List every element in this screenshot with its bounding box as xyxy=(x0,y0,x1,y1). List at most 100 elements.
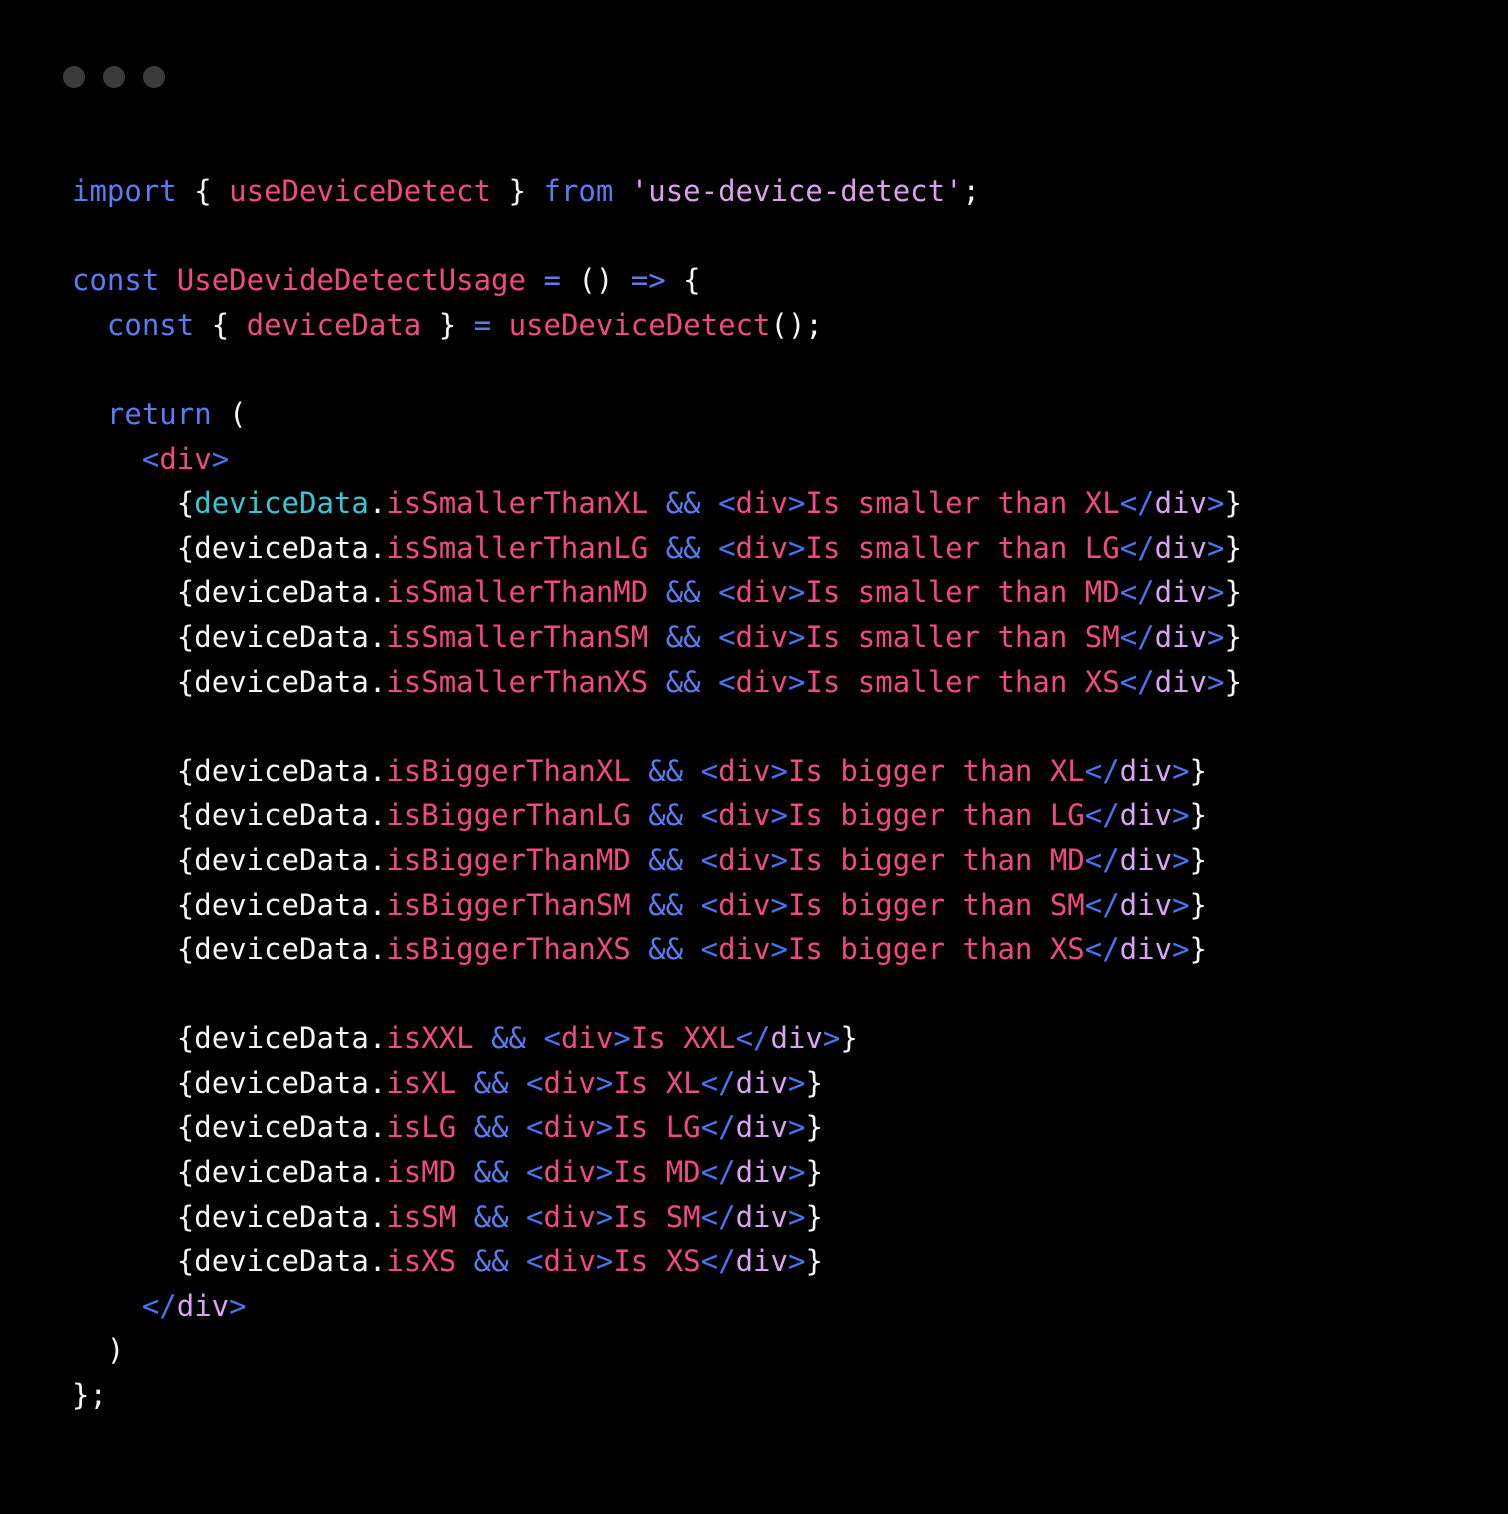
code-token: div xyxy=(1119,887,1173,922)
close-dot[interactable] xyxy=(63,66,85,88)
code-token: deviceData xyxy=(194,1155,369,1190)
code-line: {deviceData.isSmallerThanSM && <div>Is s… xyxy=(72,615,1508,660)
code-token: return xyxy=(106,396,212,431)
code-token: > xyxy=(595,1199,614,1234)
code-token: Is bigger than MD xyxy=(787,842,1085,877)
minimize-dot[interactable] xyxy=(103,66,125,88)
code-token: isBiggerThanXL xyxy=(386,753,631,788)
code-token: div xyxy=(735,575,788,610)
code-token: </ xyxy=(700,1155,736,1190)
code-token: div xyxy=(735,1110,788,1145)
code-token: isLG xyxy=(386,1110,457,1145)
code-token: { xyxy=(176,887,195,922)
code-token: > xyxy=(770,798,788,833)
code-token: </ xyxy=(1119,664,1155,699)
code-token: { xyxy=(176,1199,195,1234)
code-token: . xyxy=(368,1244,387,1279)
code-token: . xyxy=(368,1199,387,1234)
code-token: deviceData xyxy=(194,887,369,922)
code-token: > xyxy=(1207,619,1225,654)
code-line: {deviceData.isBiggerThanXS && <div>Is bi… xyxy=(72,927,1508,972)
code-token: } xyxy=(805,1244,823,1279)
code-token: } xyxy=(1189,842,1207,877)
code-token: Is SM xyxy=(613,1199,701,1234)
code-token: { xyxy=(176,619,195,654)
code-line: {deviceData.isXL && <div>Is XL</div>} xyxy=(72,1061,1508,1106)
code-token: deviceData xyxy=(194,619,369,654)
code-token: } xyxy=(805,1110,823,1145)
code-token: > xyxy=(1207,575,1225,610)
code-token: isMD xyxy=(386,1155,457,1190)
code-token: div xyxy=(543,1155,596,1190)
code-token: isBiggerThanLG xyxy=(386,798,631,833)
code-line: {deviceData.isBiggerThanSM && <div>Is bi… xyxy=(72,883,1508,928)
code-token: div xyxy=(543,1065,596,1100)
code-token: > xyxy=(787,664,806,699)
code-token: div xyxy=(735,664,788,699)
code-token: && xyxy=(473,1155,509,1190)
code-token: && xyxy=(473,1199,509,1234)
code-token: < xyxy=(526,1110,544,1145)
code-token: = xyxy=(543,263,561,298)
code-token: div xyxy=(1119,932,1173,967)
code-token: </ xyxy=(700,1065,736,1100)
code-line: {deviceData.isSmallerThanLG && <div>Is s… xyxy=(72,526,1508,571)
code-token: } xyxy=(1189,932,1207,967)
code-token: } xyxy=(438,307,457,342)
code-line: return ( xyxy=(72,392,1508,437)
code-token: { xyxy=(194,174,212,208)
code-token: Is XXL xyxy=(630,1021,736,1056)
code-token: div xyxy=(159,441,212,476)
code-token: </ xyxy=(1084,932,1120,967)
code-token: } xyxy=(1224,664,1242,699)
code-token: </ xyxy=(1119,530,1155,565)
code-token: . xyxy=(368,1065,387,1100)
code-token: > xyxy=(787,1244,806,1279)
code-token: isXXL xyxy=(386,1021,474,1056)
code-token: { xyxy=(176,1110,195,1145)
code-line: {deviceData.isBiggerThanMD && <div>Is bi… xyxy=(72,838,1508,883)
code-line: {deviceData.isLG && <div>Is LG</div>} xyxy=(72,1105,1508,1150)
code-token: < xyxy=(700,887,719,922)
code-token: div xyxy=(1154,486,1207,521)
code-token: </ xyxy=(141,1288,177,1323)
code-token: deviceData xyxy=(194,664,369,699)
code-token: </ xyxy=(700,1199,736,1234)
code-block[interactable]: import { useDeviceDetect } from 'use-dev… xyxy=(72,169,1508,1418)
code-token: } xyxy=(805,1065,823,1100)
code-token: Is XS xyxy=(613,1244,701,1279)
code-token: </ xyxy=(1084,798,1120,833)
code-line: ) xyxy=(72,1328,1508,1373)
code-token: deviceData xyxy=(194,1199,369,1234)
code-token: deviceData xyxy=(194,753,369,788)
code-token: div xyxy=(735,486,788,521)
code-token: Is smaller than LG xyxy=(805,530,1120,565)
code-token: ( xyxy=(229,396,247,431)
code-token: deviceData xyxy=(194,486,369,521)
code-token: < xyxy=(718,530,736,565)
code-token: . xyxy=(368,932,387,967)
maximize-dot[interactable] xyxy=(143,66,165,88)
code-token: { xyxy=(176,932,195,967)
code-token: useDeviceDetect xyxy=(508,307,771,342)
code-token: div xyxy=(543,1110,596,1145)
